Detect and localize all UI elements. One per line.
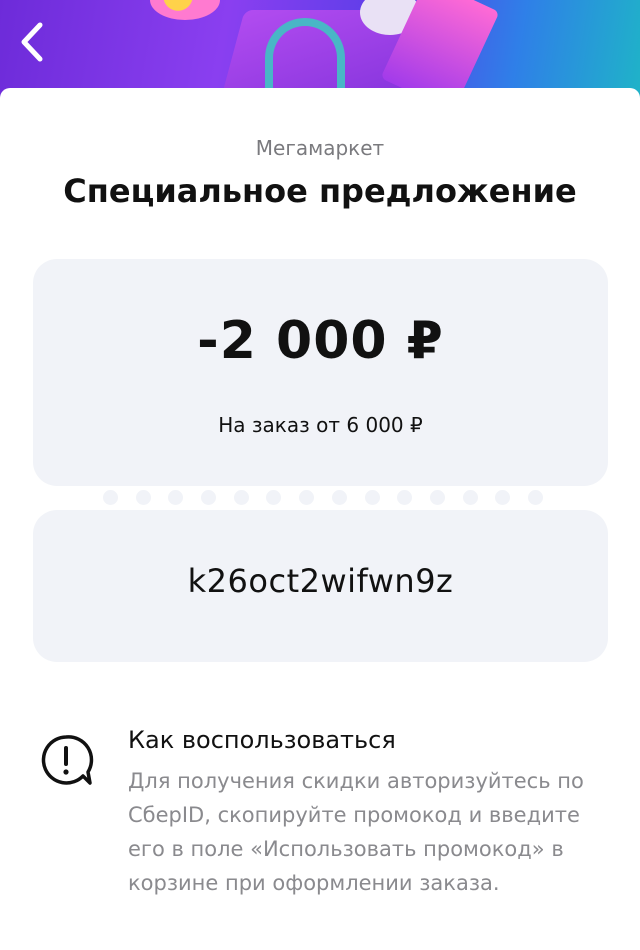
discount-condition: На заказ от 6 000 ₽ (218, 413, 423, 437)
coupon-amount-card: -2 000 ₽ На заказ от 6 000 ₽ (33, 259, 608, 486)
hero-banner (0, 0, 640, 100)
brand-name: Мегамаркет (255, 136, 385, 160)
info-bubble-icon (41, 735, 94, 785)
back-button[interactable] (14, 18, 50, 66)
how-to-use-text: Для получения скидки авторизуйтесь по Сб… (128, 769, 584, 895)
promo-code-card[interactable]: k26oct2wifwn9z (33, 510, 608, 662)
decor-flower (150, 0, 220, 20)
promo-code[interactable]: k26oct2wifwn9z (33, 562, 608, 600)
perforation-dots (103, 490, 543, 506)
discount-amount: -2 000 ₽ (197, 311, 444, 371)
chevron-left-icon (21, 22, 43, 62)
how-to-use-title: Как воспользоваться (128, 726, 396, 754)
offer-sheet: Мегамаркет Специальное предложение -2 00… (0, 88, 640, 950)
offer-title: Специальное предложение (63, 172, 577, 210)
